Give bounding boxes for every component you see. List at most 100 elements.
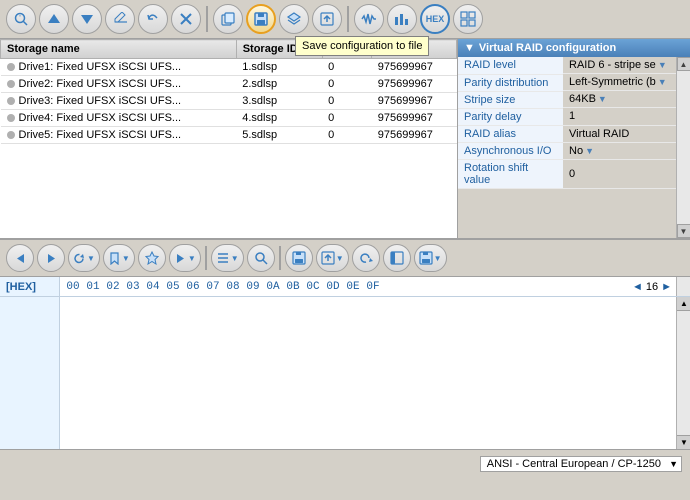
top-toolbar: HEX Save configuration to file [0,0,690,39]
separator-t2-1 [205,246,207,270]
hex-content-area: ▲ ▼ [0,297,690,449]
hex-column-header: 00 [64,281,82,293]
save-final-button[interactable]: ▼ [414,244,447,272]
storage-panel: Storage name Storage ID Sta... Drive1: F… [0,39,458,238]
nav-forward-button[interactable] [37,244,65,272]
config-row: Parity delay 1 [458,108,676,125]
config-value-cell: 0 [563,160,676,189]
separator-1 [206,6,208,32]
status-bar: ANSI - Central European / CP-1250 ▼ [0,449,690,477]
hex-page-prev[interactable]: ◄ [632,281,643,293]
hex-column-header: 0E [344,281,362,293]
copy-button[interactable] [213,4,243,34]
star-button[interactable] [138,244,166,272]
cell-storage-id: 5.sdlsp [236,127,322,144]
config-value-cell[interactable]: 64KB▼ [563,91,676,108]
export-hex-button[interactable]: ▼ [316,244,349,272]
cell-storage-name: Drive5: Fixed UFSX iSCSI UFS... [1,127,237,144]
panel-button[interactable] [383,244,411,272]
hex-column-header: 0C [304,281,322,293]
grid-button[interactable] [453,4,483,34]
cell-status: 0 [322,110,372,127]
waveform-button[interactable] [354,4,384,34]
cell-storage-id: 3.sdlsp [236,93,322,110]
config-value-cell: Virtual RAID [563,125,676,142]
hex-column-header: 0F [364,281,382,293]
cell-storage-id: 4.sdlsp [236,110,322,127]
cell-value: 975699967 [372,93,457,110]
table-row[interactable]: Drive2: Fixed UFSX iSCSI UFS... 2.sdlsp … [1,76,457,93]
hex-column-header: 0B [284,281,302,293]
hex-column-header: 04 [144,281,162,293]
config-row: RAID alias Virtual RAID [458,125,676,142]
hex-page-next[interactable]: ► [661,281,672,293]
encoding-selector[interactable]: ANSI - Central European / CP-1250 ▼ [480,456,682,472]
encoding-label: ANSI - Central European / CP-1250 [487,458,661,470]
raid-config-panel: ▼ Virtual RAID configuration RAID level … [458,39,690,238]
col-value [372,40,457,59]
nav-back-button[interactable] [6,244,34,272]
table-row[interactable]: Drive4: Fixed UFSX iSCSI UFS... 4.sdlsp … [1,110,457,127]
down-button[interactable] [72,4,102,34]
config-row: Rotation shift value 0 [458,160,676,189]
rotate-button[interactable] [352,244,380,272]
bookmark-button[interactable]: ▼ [103,244,135,272]
edit-button[interactable] [105,4,135,34]
save-hex-button[interactable] [285,244,313,272]
cell-storage-name: Drive3: Fixed UFSX iSCSI UFS... [1,93,237,110]
config-label-cell: RAID alias [458,125,563,142]
export-button[interactable] [312,4,342,34]
hex-column-header: 07 [204,281,222,293]
hex-column-header: 01 [84,281,102,293]
cell-status: 0 [322,127,372,144]
config-row: Asynchronous I/O No▼ [458,142,676,160]
cell-storage-id: 1.sdlsp [236,59,322,76]
close-button[interactable] [171,4,201,34]
hex-page-number: 16 [646,281,658,293]
hex-column-header: 08 [224,281,242,293]
table-row[interactable]: Drive1: Fixed UFSX iSCSI UFS... 1.sdlsp … [1,59,457,76]
hex-data [60,297,676,449]
config-label-cell: Parity distribution [458,74,563,91]
save-config-button[interactable] [246,4,276,34]
up-button[interactable] [39,4,69,34]
chart-button[interactable] [387,4,417,34]
navigate-right-button[interactable]: ▼ [169,244,201,272]
hex-scroll-up[interactable]: ▲ [677,297,690,311]
hex-column-header: 09 [244,281,262,293]
hex-scroll-down[interactable]: ▼ [677,435,690,449]
config-value-cell[interactable]: Left-Symmetric (b▼ [563,74,676,91]
hex-gutter [0,297,60,449]
table-row[interactable]: Drive3: Fixed UFSX iSCSI UFS... 3.sdlsp … [1,93,457,110]
collapse-icon[interactable]: ▼ [464,42,475,54]
config-value-cell[interactable]: No▼ [563,143,676,160]
right-scrollbar[interactable]: ▲ ▼ [676,57,690,238]
hex-column-headers: 000102030405060708090A0B0C0D0E0F [60,281,628,293]
col-status: Sta... [322,40,372,59]
hex-scrollbar: ▲ ▼ [676,297,690,449]
cell-storage-name: Drive1: Fixed UFSX iSCSI UFS... [1,59,237,76]
hex-button[interactable]: HEX [420,4,450,34]
config-label-cell: Stripe size [458,91,563,108]
scroll-up-button[interactable]: ▲ [677,57,690,71]
hex-page-nav: ◄ 16 ► [628,281,676,293]
layers-button[interactable] [279,4,309,34]
scroll-down-button[interactable]: ▼ [677,224,690,238]
encoding-dropdown-arrow: ▼ [669,459,678,469]
config-row: Stripe size 64KB▼ [458,91,676,108]
cell-status: 0 [322,59,372,76]
config-label-cell: Rotation shift value [458,160,563,189]
refresh-button[interactable]: ▼ [68,244,100,272]
separator-2 [347,6,349,32]
config-value-cell[interactable]: RAID 6 - stripe se▼ [563,57,676,74]
global-search-button[interactable] [6,4,36,34]
search-button[interactable] [247,244,275,272]
list-button[interactable]: ▼ [211,244,244,272]
cell-status: 0 [322,76,372,93]
undo-button[interactable] [138,4,168,34]
config-label-cell: Asynchronous I/O [458,142,563,160]
hex-column-header: 03 [124,281,142,293]
cell-storage-id: 2.sdlsp [236,76,322,93]
table-row[interactable]: Drive5: Fixed UFSX iSCSI UFS... 5.sdlsp … [1,127,457,144]
cell-storage-name: Drive2: Fixed UFSX iSCSI UFS... [1,76,237,93]
